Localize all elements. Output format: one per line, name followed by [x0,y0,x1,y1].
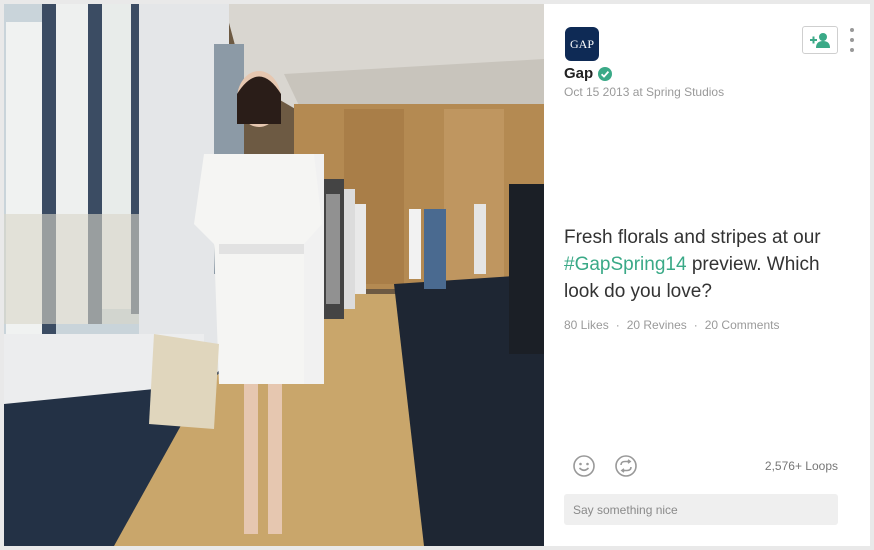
more-options-button[interactable] [846,28,858,52]
post-stats: 80 Likes · 20 Revines · 20 Comments [564,318,779,332]
follow-button[interactable] [802,26,838,54]
post-sidebar: GAP Gap Oct 15 2013 at Spring Studios Fr… [544,4,870,546]
post-caption: Fresh florals and stripes at our #GapSpr… [564,224,854,305]
caption-text-start: Fresh florals and stripes at our [564,227,821,248]
author-row: Gap [564,65,613,82]
stats-separator: · [615,318,620,332]
hashtag-link[interactable]: #GapSpring14 [564,254,687,275]
stats-separator: · [693,318,698,332]
comment-input[interactable] [564,494,838,525]
comments-count[interactable]: 20 Comments [705,318,780,332]
verified-badge-icon [598,66,613,81]
post-actions [572,454,638,478]
post-card: GAP Gap Oct 15 2013 at Spring Studios Fr… [4,4,870,546]
more-dots-icon [850,28,854,32]
loop-count: 2,576+ Loops [764,459,838,473]
gap-logo[interactable]: GAP [565,27,599,61]
smiley-icon[interactable] [572,454,596,478]
video-frame[interactable] [4,4,544,546]
revines-count[interactable]: 20 Revines [627,318,687,332]
author-name[interactable]: Gap [564,65,593,82]
post-date-location: Oct 15 2013 at Spring Studios [564,85,725,99]
revine-icon[interactable] [614,454,638,478]
runway-video-still [4,4,544,546]
follow-user-icon [810,33,830,48]
likes-count[interactable]: 80 Likes [564,318,609,332]
